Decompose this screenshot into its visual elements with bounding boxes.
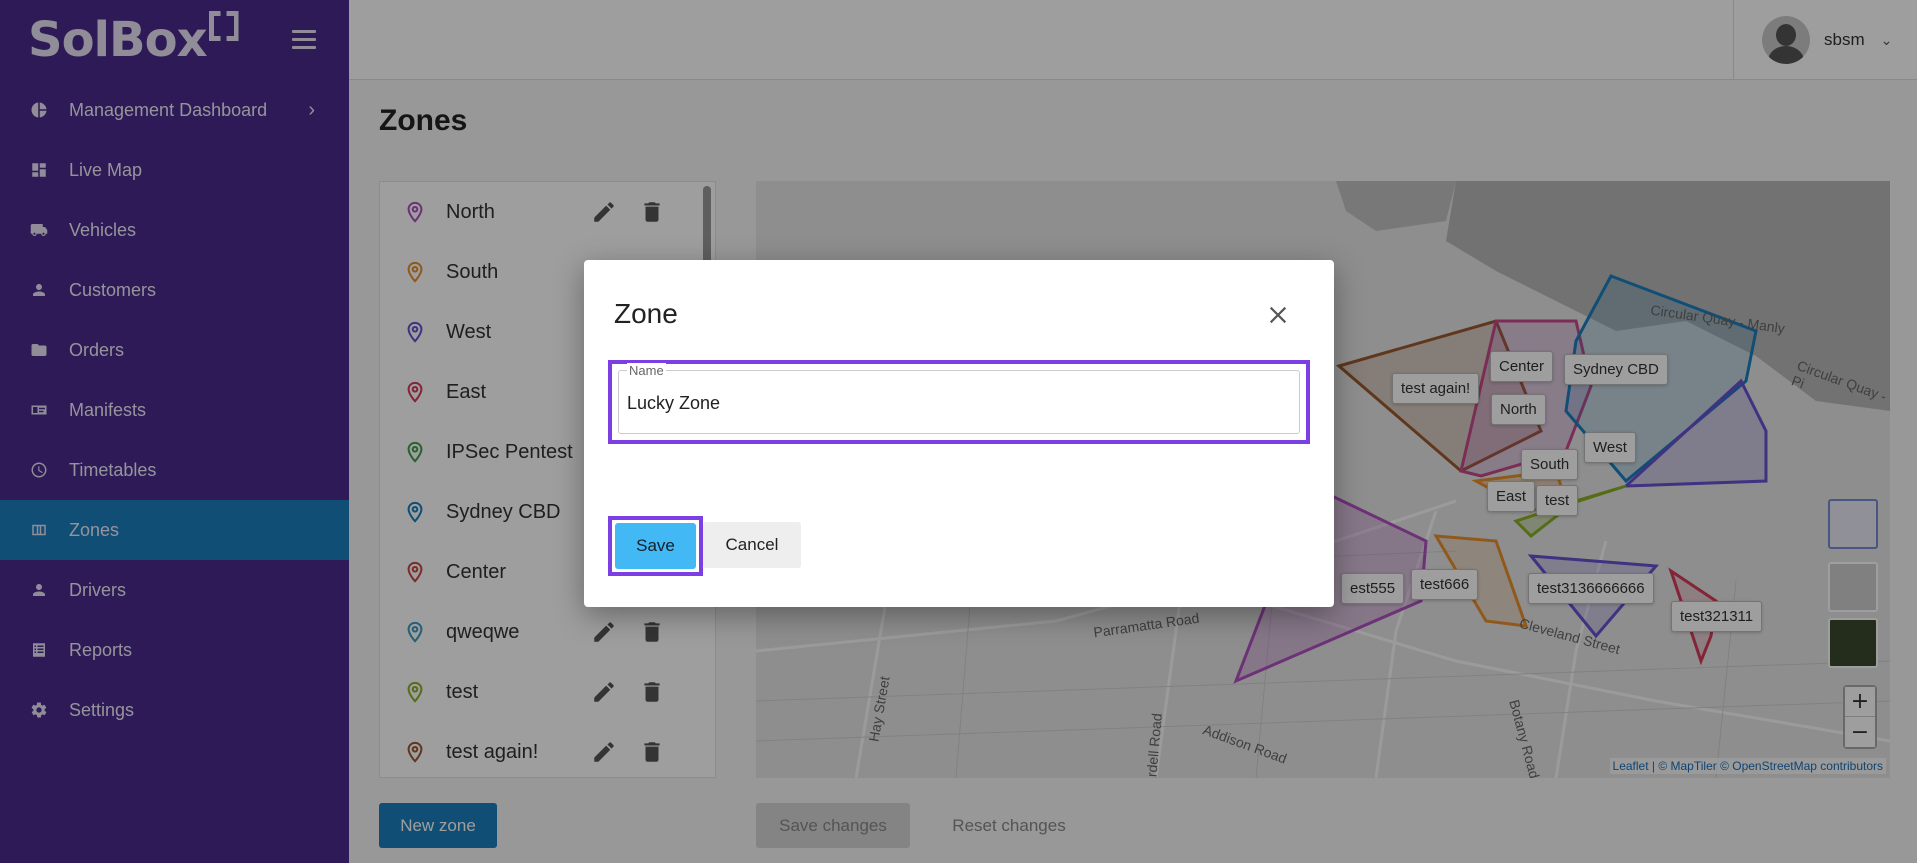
- name-input[interactable]: [627, 393, 1287, 414]
- cancel-button[interactable]: Cancel: [703, 522, 801, 568]
- save-button[interactable]: Save: [615, 523, 696, 569]
- zone-dialog: Zone Name Save Cancel: [584, 260, 1334, 607]
- dialog-title: Zone: [614, 298, 678, 329]
- close-icon: [1269, 306, 1287, 323]
- name-field-label: Name: [627, 363, 666, 378]
- close-button[interactable]: [1264, 302, 1292, 330]
